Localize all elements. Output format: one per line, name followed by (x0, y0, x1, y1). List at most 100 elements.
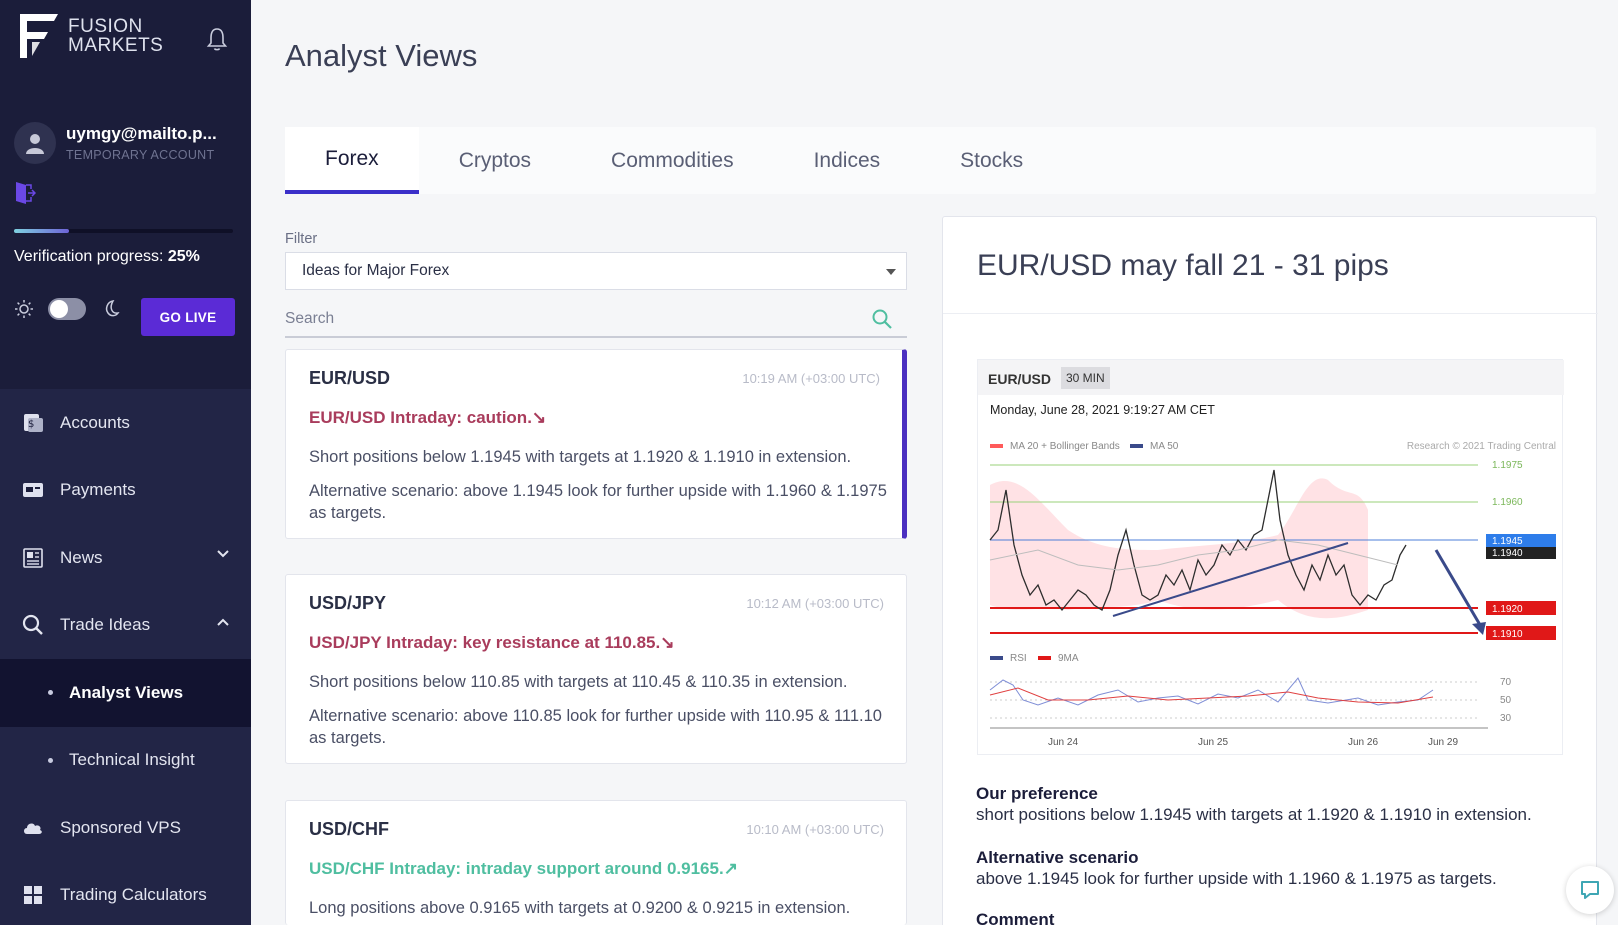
sidebar-item-analyst-views[interactable]: Analyst Views (0, 659, 251, 727)
idea-pair: USD/JPY (309, 593, 387, 613)
chevron-up-icon (217, 618, 229, 626)
moon-icon (105, 299, 120, 317)
tab-indices[interactable]: Indices (774, 127, 921, 194)
brand-name: FUSION MARKETS (68, 17, 163, 55)
brand-logo[interactable]: FUSION MARKETS (18, 12, 163, 60)
idea-headline: USD/CHF Intraday: intraday support aroun… (309, 859, 738, 878)
sidebar-item-trade-ideas[interactable]: Trade Ideas (0, 592, 251, 660)
search-icon[interactable] (871, 308, 893, 330)
tab-forex[interactable]: Forex (285, 127, 419, 194)
chart-credit: Research © 2021 Trading Central (1407, 441, 1556, 452)
legend-swatch-9ma (1038, 656, 1051, 660)
idea-card-usdjpy[interactable]: USD/JPY 10:12 AM (+03:00 UTC) USD/JPY In… (285, 574, 907, 764)
idea-headline: USD/JPY Intraday: key resistance at 110.… (309, 633, 675, 652)
sidebar-item-label: Accounts (60, 412, 130, 432)
level-label-1945: 1.1945 (1492, 536, 1523, 547)
sun-icon (15, 300, 33, 318)
idea-time: 10:12 AM (+03:00 UTC) (746, 596, 884, 611)
search-icon (22, 614, 44, 636)
tab-cryptos[interactable]: Cryptos (419, 127, 571, 194)
avatar (14, 122, 56, 164)
market-tabs: Forex Cryptos Commodities Indices Stocks (285, 127, 1596, 194)
toggle-knob (50, 300, 68, 318)
bell-icon[interactable] (206, 26, 228, 52)
sidebar-item-label: News (60, 547, 103, 567)
theme-toggle[interactable] (48, 298, 86, 320)
user-profile[interactable]: uymgy@mailto.p... TEMPORARY ACCOUNT (14, 122, 217, 164)
verification-value: 25% (167, 248, 200, 265)
idea-alternative: Alternative scenario: above 110.85 look … (309, 707, 882, 747)
x-tick-jun26: Jun 26 (1348, 737, 1378, 748)
verification-label: Verification progress: (14, 248, 164, 265)
tab-stocks[interactable]: Stocks (920, 127, 1063, 194)
forecast-arrow-line (1434, 549, 1485, 631)
verification-progress-bar (14, 229, 233, 233)
verification-progress-fill (14, 229, 69, 233)
preference-text: short positions below 1.1945 with target… (976, 805, 1532, 824)
cloud-icon (22, 817, 44, 839)
legend-swatch-rsi (990, 656, 1003, 660)
logout-icon[interactable] (14, 180, 37, 206)
go-live-button[interactable]: GO LIVE (141, 298, 235, 336)
filter-value: Ideas for Major Forex (302, 262, 450, 279)
chat-icon (1581, 881, 1599, 899)
sidebar-item-payments[interactable]: Payments (0, 457, 251, 525)
page-title: Analyst Views (285, 38, 478, 73)
level-label-1920: 1.1920 (1492, 604, 1523, 615)
sidebar-item-accounts[interactable]: $ Accounts (0, 389, 251, 457)
tab-commodities[interactable]: Commodities (571, 127, 774, 194)
verification-progress: Verification progress: 25% (14, 248, 200, 266)
sidebar: FUSION MARKETS uymgy@mailto.p... TEMPORA… (0, 0, 251, 925)
sidebar-item-label: Analyst Views (69, 682, 184, 702)
bollinger-band (990, 478, 1368, 619)
fusion-logo-icon (18, 12, 60, 60)
legend-ma20: MA 20 + Bollinger Bands (1010, 441, 1120, 452)
price-chart: EUR/USD 30 MIN Monday, June 28, 2021 9:1… (977, 359, 1564, 755)
caret-down-icon (886, 269, 896, 275)
idea-card-usdchf[interactable]: USD/CHF 10:10 AM (+03:00 UTC) USD/CHF In… (285, 800, 907, 925)
sidebar-item-trading-calculators[interactable]: Trading Calculators (0, 862, 251, 925)
sidebar-item-label: Technical Insight (69, 750, 195, 770)
sidebar-item-technical-insight[interactable]: Technical Insight (0, 727, 251, 795)
level-label-1960: 1.1960 (1492, 497, 1523, 508)
chevron-down-icon (217, 550, 229, 558)
legend-swatch-ma50 (1130, 444, 1143, 448)
idea-pair: EUR/USD (309, 368, 391, 388)
level-label-1975: 1.1975 (1492, 460, 1523, 471)
brand-line1: FUSION (68, 16, 143, 37)
sidebar-item-label: Trading Calculators (60, 885, 207, 905)
x-tick-jun24: Jun 24 (1048, 737, 1078, 748)
wallet-icon: $ (22, 412, 44, 434)
theme-switcher (14, 298, 120, 320)
sidebar-item-sponsored-vps[interactable]: Sponsored VPS (0, 794, 251, 862)
payment-card-icon (22, 479, 44, 501)
chat-button[interactable] (1566, 866, 1614, 914)
idea-card-eurusd[interactable]: EUR/USD 10:19 AM (+03:00 UTC) EUR/USD In… (285, 349, 907, 539)
bullet (48, 757, 53, 763)
preference-title: Our preference (976, 784, 1098, 803)
idea-alternative: Alternative scenario: above 1.1945 look … (309, 482, 887, 522)
idea-headline: EUR/USD Intraday: caution.↘ (309, 408, 547, 427)
legend-ma50: MA 50 (1150, 441, 1179, 452)
search-box (285, 306, 907, 338)
filter-select[interactable]: Ideas for Major Forex (285, 252, 907, 290)
x-tick-jun25: Jun 25 (1198, 737, 1228, 748)
chart-canvas: MA 20 + Bollinger Bands MA 50 Research ©… (989, 441, 1556, 748)
level-label-1940: 1.1940 (1492, 548, 1523, 559)
sidebar-nav: $ Accounts Payments News Trade Ideas Ana… (0, 389, 251, 925)
idea-time: 10:19 AM (+03:00 UTC) (742, 371, 880, 386)
legend-9ma: 9MA (1058, 653, 1079, 664)
sidebar-item-label: Payments (60, 480, 136, 500)
x-tick-jun29: Jun 29 (1428, 737, 1458, 748)
legend-rsi: RSI (1010, 653, 1027, 664)
search-input[interactable] (285, 306, 845, 328)
divider (943, 313, 1598, 314)
newspaper-icon (22, 547, 44, 569)
alternative-text: above 1.1945 look for further upside wit… (976, 869, 1497, 888)
user-email: uymgy@mailto.p... (66, 124, 217, 143)
comment-title: Comment (976, 910, 1055, 925)
brand-line2: MARKETS (68, 35, 164, 56)
level-label-1910: 1.1910 (1492, 629, 1523, 640)
sidebar-item-news[interactable]: News (0, 524, 251, 592)
legend-swatch-ma20 (990, 444, 1003, 448)
